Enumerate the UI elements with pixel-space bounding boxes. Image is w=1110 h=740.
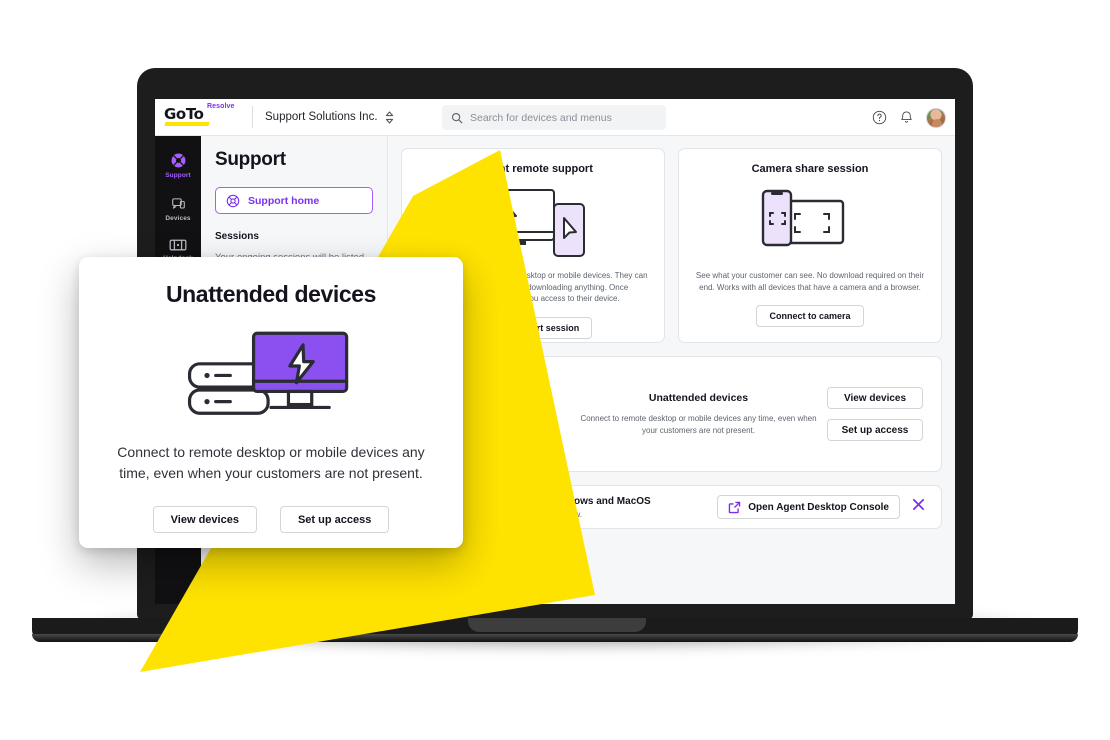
sidebar-item-support[interactable]: Support	[155, 145, 201, 188]
org-selector[interactable]: Support Solutions Inc.	[265, 110, 394, 124]
search-placeholder: Search for devices and menus	[470, 111, 612, 124]
goto-resolve-logo[interactable]: GoTo Resolve	[164, 103, 246, 129]
sessions-heading: Sessions	[215, 231, 259, 242]
set-up-access-button[interactable]: Set up access	[827, 419, 923, 441]
help-circle-icon[interactable]	[872, 110, 887, 125]
search-icon	[451, 112, 463, 123]
unattended-devices-overlay-card: Unattended devices Connect to remote des…	[79, 257, 463, 548]
card-title-camera: Camera share session	[751, 163, 869, 175]
support-home-label: Support home	[248, 194, 320, 207]
screen-to-phone-cursor-art	[418, 182, 648, 264]
page-title: Support	[215, 149, 286, 170]
screenshot-canvas: GoTo Resolve Support Solutions Inc. Sear…	[0, 0, 1110, 740]
camera-share-session-card: Camera share session See what your custo…	[678, 148, 942, 343]
user-avatar[interactable]	[926, 107, 946, 128]
close-x-icon	[912, 498, 925, 511]
sidebar-label-support: Support	[165, 172, 191, 179]
bell-icon[interactable]	[899, 110, 914, 126]
logo-text-resolve: Resolve	[207, 103, 235, 110]
connect-to-camera-button[interactable]: Connect to camera	[756, 305, 864, 327]
helpdesk-ticket-icon	[169, 239, 187, 251]
support-content-area: Instant remote support Connect to your c…	[388, 136, 955, 604]
laptop-base-lip	[32, 634, 1078, 642]
chevron-up-down-icon	[385, 110, 393, 124]
unattended-buttons: View devices Set up access	[827, 387, 923, 441]
top-cards-row: Instant remote support Connect to your c…	[401, 148, 942, 343]
servers-monitor-bolt-art	[79, 326, 463, 422]
unattended-title: Unattended devices	[648, 392, 749, 404]
overlay-view-devices-button[interactable]: View devices	[152, 506, 257, 533]
laptop-base-notch	[468, 618, 646, 632]
unattended-text-block: Unattended devices Connect to remote des…	[570, 392, 827, 436]
banner-button-label: Open Agent Desktop Console	[748, 501, 889, 513]
view-devices-button[interactable]: View devices	[827, 387, 923, 409]
support-home-button[interactable]: Support home	[215, 187, 373, 214]
banner-close-button[interactable]	[910, 496, 927, 518]
logo-yellow-underline	[164, 122, 210, 126]
start-support-session-button[interactable]: Start support session	[473, 316, 593, 339]
phone-camera-frame-art	[695, 182, 925, 264]
header-divider	[252, 106, 253, 128]
support-lifebuoy-icon	[226, 194, 240, 207]
external-link-icon	[728, 501, 741, 513]
overlay-set-up-access-button[interactable]: Set up access	[279, 506, 390, 533]
unattended-devices-card: Unattended devices Connect to remote des…	[401, 356, 942, 472]
org-name-label: Support Solutions Inc.	[265, 111, 378, 123]
app-header: GoTo Resolve Support Solutions Inc. Sear…	[155, 99, 955, 136]
card-title-instant: Instant remote support	[473, 163, 593, 175]
open-agent-desktop-console-button[interactable]: Open Agent Desktop Console	[717, 495, 900, 519]
agent-desktop-console-banner: Agent Desktop Console for Windows and Ma…	[401, 485, 942, 529]
devices-icon	[171, 198, 185, 209]
sidebar-item-devices[interactable]: Devices	[155, 188, 201, 231]
support-lifebuoy-icon	[171, 153, 185, 168]
unattended-desc: Connect to remote desktop or mobile devi…	[580, 414, 817, 435]
overlay-title: Unattended devices	[165, 281, 377, 307]
card-desc-camera: See what your customer can see. No downl…	[695, 271, 925, 292]
header-actions	[872, 99, 946, 136]
sidebar-label-devices: Devices	[165, 215, 191, 222]
search-input[interactable]: Search for devices and menus	[442, 105, 666, 130]
overlay-buttons: View devices Set up access	[79, 506, 463, 533]
overlay-desc: Connect to remote desktop or mobile devi…	[117, 444, 425, 481]
